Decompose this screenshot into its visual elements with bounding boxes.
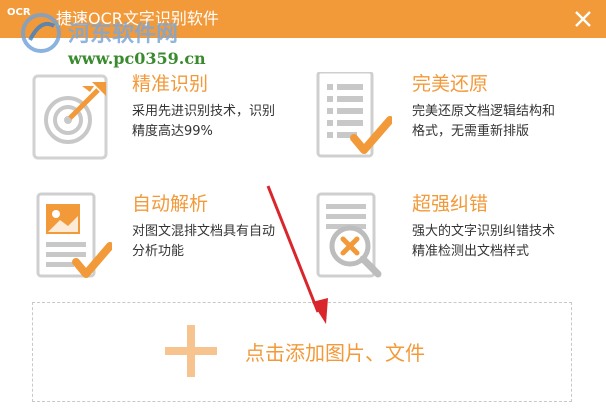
feature-title: 自动解析 <box>132 193 209 215</box>
feature-desc-line: 强大的文字识别纠错技术 <box>412 224 556 239</box>
document-check-icon <box>316 72 392 158</box>
window-title: 捷速OCR文字识别软件 <box>56 9 219 28</box>
magnifier-error-icon <box>316 192 382 278</box>
feature-title: 精准识别 <box>132 73 209 95</box>
target-icon <box>32 74 108 160</box>
feature-precise-recognition: 精准识别 采用先进识别技术，识别 精度高达99% <box>32 72 302 172</box>
feature-desc: 对图文混排文档具有自动 分析功能 <box>132 222 302 262</box>
feature-auto-analysis: 自动解析 对图文混排文档具有自动 分析功能 <box>32 192 302 292</box>
feature-desc-line: 采用先进识别技术，识别 <box>132 104 276 119</box>
feature-desc-line: 完美还原文档逻辑结构和 <box>412 104 556 119</box>
title-bar: OCR 捷速OCR文字识别软件 <box>0 0 606 38</box>
feature-desc: 强大的文字识别纠错技术 精准检测出文档样式 <box>412 222 582 262</box>
feature-perfect-restore: 完美还原 完美还原文档逻辑结构和 格式，无需重新排版 <box>312 72 592 172</box>
watermark-url: www.pc0359.cn <box>68 49 206 68</box>
plus-icon <box>165 325 217 377</box>
feature-desc-line: 精准检测出文档样式 <box>412 244 530 259</box>
svg-text:OCR: OCR <box>7 7 31 18</box>
feature-title: 完美还原 <box>412 73 489 95</box>
feature-desc-line: 精度高达99% <box>132 124 213 139</box>
add-file-label[interactable]: 点击添加图片、文件 <box>245 341 425 365</box>
close-icon[interactable] <box>570 6 596 32</box>
ocr-logo-icon: OCR <box>7 7 31 18</box>
feature-title: 超强纠错 <box>412 193 489 215</box>
feature-desc: 采用先进识别技术，识别 精度高达99% <box>132 102 302 142</box>
feature-desc-line: 格式，无需重新排版 <box>412 124 530 139</box>
feature-desc-line: 对图文混排文档具有自动 <box>132 224 276 239</box>
add-file-drop-zone[interactable]: 点击添加图片、文件 <box>32 302 572 402</box>
feature-desc-line: 分析功能 <box>132 244 185 259</box>
image-document-icon <box>36 192 112 278</box>
feature-desc: 完美还原文档逻辑结构和 格式，无需重新排版 <box>412 102 582 142</box>
feature-error-correction: 超强纠错 强大的文字识别纠错技术 精准检测出文档样式 <box>312 192 592 292</box>
